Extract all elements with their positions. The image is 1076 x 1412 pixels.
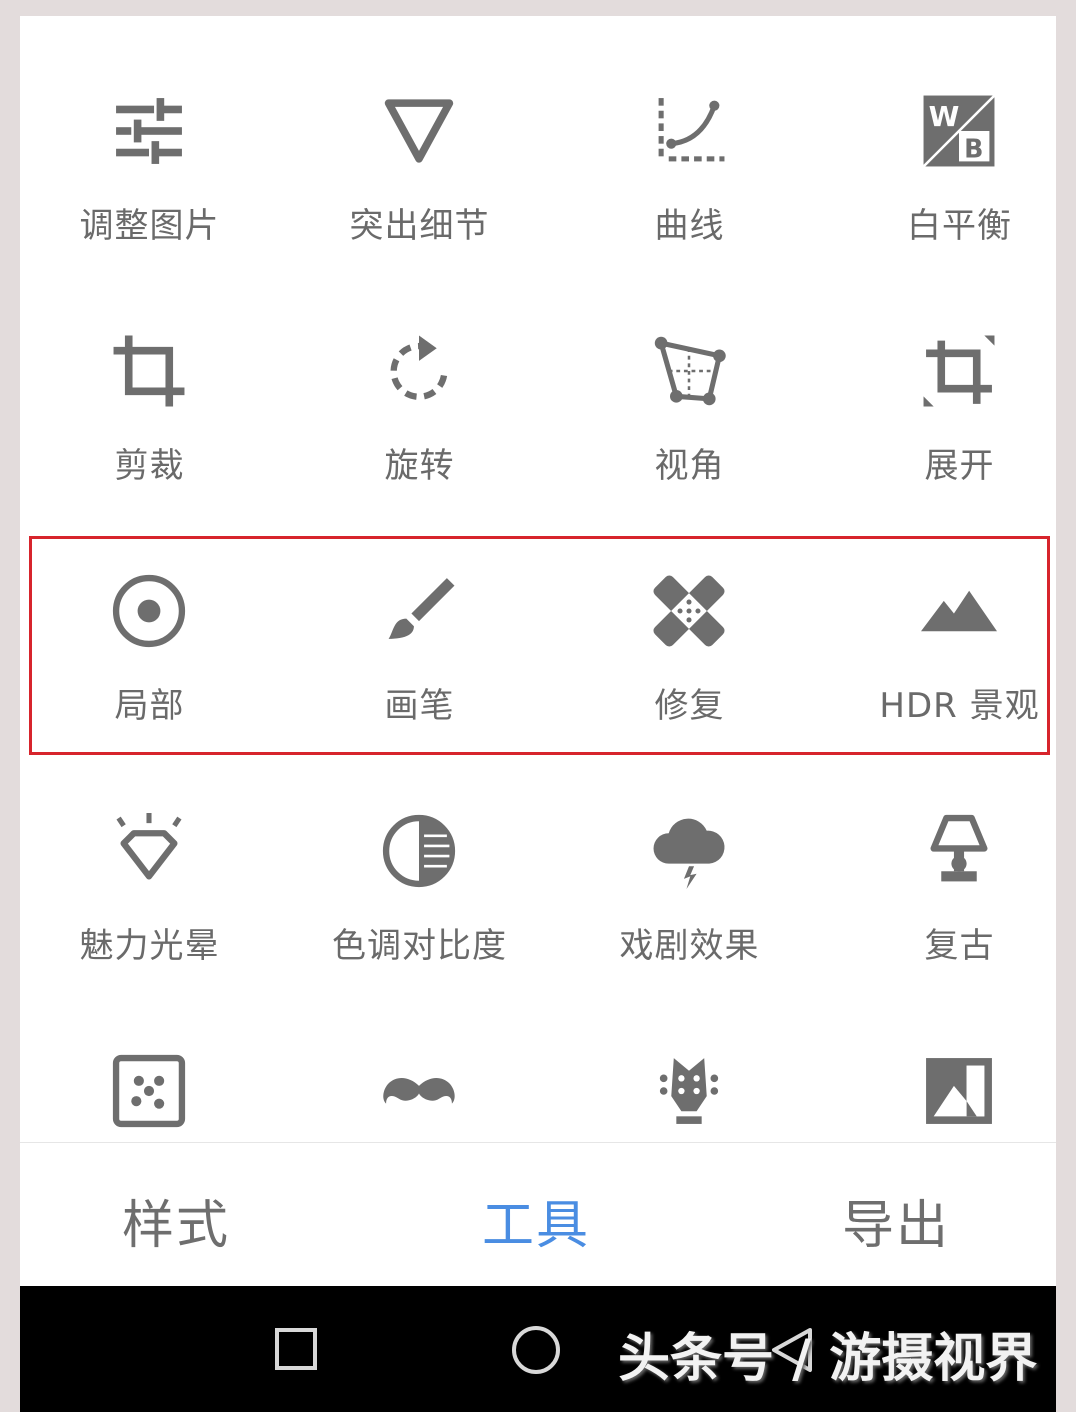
svg-text:B: B xyxy=(964,134,983,164)
tool-details[interactable]: 突出细节 xyxy=(290,16,549,246)
tool-label: HDR 景观 xyxy=(879,686,1040,726)
tool-label: 白平衡 xyxy=(907,206,1012,246)
expand-icon xyxy=(909,335,1009,407)
tool-retrolux[interactable] xyxy=(290,976,549,1142)
system-nav-bar: 头条号 / 游摄视界 xyxy=(20,1286,1056,1412)
glamour-glow-icon xyxy=(99,813,199,886)
home-icon[interactable] xyxy=(510,1324,562,1376)
tool-healing[interactable]: 修复 xyxy=(560,496,819,726)
tool-label: 剪裁 xyxy=(114,446,185,486)
tool-label: 戏剧效果 xyxy=(619,926,760,966)
tool-expand[interactable]: 展开 xyxy=(830,256,1056,486)
selective-icon xyxy=(99,574,199,648)
black-white-icon xyxy=(909,1056,1009,1126)
crop-icon xyxy=(99,335,199,407)
recent-apps-icon[interactable] xyxy=(274,1327,318,1371)
tool-rotate[interactable]: 旋转 xyxy=(290,256,549,486)
tool-curves[interactable]: 曲线 xyxy=(560,16,819,246)
tool-hdr-scape[interactable]: HDR 景观 xyxy=(830,496,1056,726)
tab-styles[interactable]: 样式 xyxy=(122,1183,230,1258)
tools-panel: 调整图片 突出细节 曲线 W B 白平衡 剪裁 旋转 视角 展开 局部 画笔 修… xyxy=(20,16,1056,1286)
tool-label: 色调对比度 xyxy=(332,926,507,966)
grunge-guitar-icon xyxy=(639,1056,739,1126)
tool-crop[interactable]: 剪裁 xyxy=(20,256,279,486)
tonal-contrast-icon xyxy=(369,814,469,888)
tab-tools[interactable]: 工具 xyxy=(482,1183,590,1258)
tool-label: 魅力光晕 xyxy=(79,926,220,966)
healing-icon xyxy=(639,575,739,647)
rotate-icon xyxy=(369,335,469,406)
triangle-details-icon xyxy=(369,96,469,166)
tool-label: 旋转 xyxy=(384,446,455,486)
tool-label: 修复 xyxy=(654,686,725,726)
tool-vintage[interactable]: 复古 xyxy=(830,736,1056,966)
vintage-lamp-icon xyxy=(909,814,1009,886)
tool-label: 视角 xyxy=(654,446,725,486)
tool-tune-image[interactable]: 调整图片 xyxy=(20,16,279,246)
watermark-text: 头条号 / 游摄视界 xyxy=(618,1329,1038,1389)
tool-label: 展开 xyxy=(924,446,995,486)
tool-label: 局部 xyxy=(114,686,185,726)
curves-icon xyxy=(639,96,739,166)
hdr-scape-icon xyxy=(909,576,1009,646)
tool-label: 调整图片 xyxy=(79,206,220,246)
bottom-tab-bar: 样式 工具 导出 xyxy=(20,1142,1056,1286)
perspective-icon xyxy=(639,336,739,406)
tool-label: 复古 xyxy=(924,926,995,966)
tool-brush[interactable]: 画笔 xyxy=(290,496,549,726)
retrolux-mustache-icon xyxy=(369,1056,469,1126)
tool-grunge[interactable] xyxy=(560,976,819,1142)
tool-perspective[interactable]: 视角 xyxy=(560,256,819,486)
tool-grainy-film[interactable] xyxy=(20,976,279,1142)
tool-black-white[interactable] xyxy=(830,976,1056,1142)
tool-white-balance[interactable]: W B 白平衡 xyxy=(830,16,1056,246)
tool-label: 突出细节 xyxy=(349,206,490,246)
svg-text:W: W xyxy=(929,100,960,133)
grainy-film-icon xyxy=(99,1054,199,1128)
tools-grid: 调整图片 突出细节 曲线 W B 白平衡 剪裁 旋转 视角 展开 局部 画笔 修… xyxy=(20,16,1056,1142)
tab-export[interactable]: 导出 xyxy=(842,1183,950,1258)
white-balance-icon: W B xyxy=(909,94,1009,168)
tool-label: 画笔 xyxy=(384,686,455,726)
tool-tonal-contrast[interactable]: 色调对比度 xyxy=(290,736,549,966)
tool-label: 曲线 xyxy=(654,206,725,246)
tool-selective[interactable]: 局部 xyxy=(20,496,279,726)
tool-glamour-glow[interactable]: 魅力光晕 xyxy=(20,736,279,966)
drama-icon xyxy=(639,816,739,889)
tool-drama[interactable]: 戏剧效果 xyxy=(560,736,819,966)
brush-icon xyxy=(369,576,469,646)
tune-sliders-icon xyxy=(99,96,199,166)
